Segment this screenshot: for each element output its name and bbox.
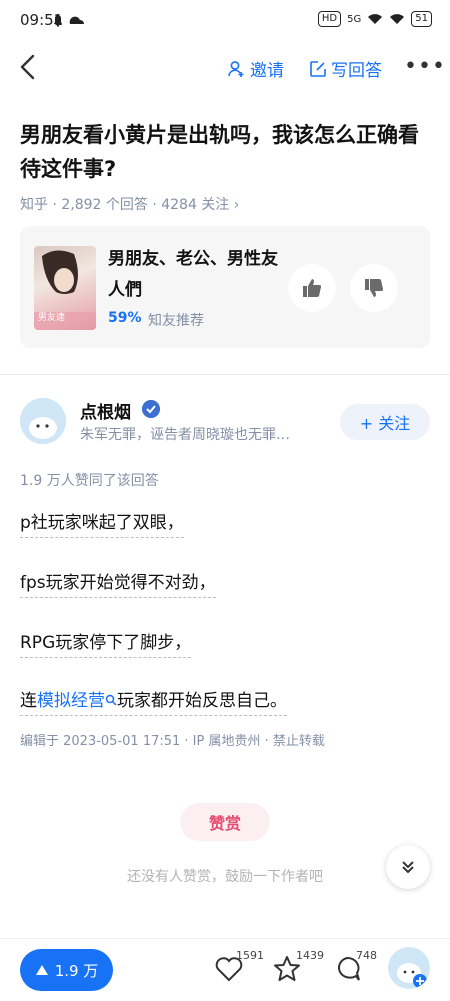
scroll-next-button[interactable] xyxy=(386,845,430,889)
avatar-image xyxy=(20,398,66,444)
comment-count: 748 xyxy=(356,949,377,962)
chevron-double-down-icon xyxy=(402,861,414,874)
recommend-card[interactable]: 男友達 男朋友、老公、男性友人們 59% 知友推荐 xyxy=(20,226,430,348)
thumb-down-icon xyxy=(365,279,383,297)
hd-indicator: HD xyxy=(317,11,342,27)
edit-icon xyxy=(310,60,326,77)
upvote-count: 1.9 万 xyxy=(54,961,99,980)
signal-indicator: 5G xyxy=(347,13,362,25)
triangle-up-icon xyxy=(35,965,48,975)
thumb-down-button[interactable] xyxy=(350,264,398,312)
answer-paragraph-2: fps玩家开始觉得不对劲， xyxy=(20,568,216,598)
section-divider xyxy=(0,374,450,375)
invite-label: 邀请 xyxy=(250,61,284,81)
status-right: HD 5G 51 xyxy=(317,11,432,27)
card-image-text: 男友達 xyxy=(38,313,66,323)
p4-prefix: 连 xyxy=(20,691,37,711)
thumb-up-icon xyxy=(303,279,321,297)
answer-paragraph-4: 连模拟经营 玩家都开始反思自己。 xyxy=(20,686,287,716)
wifi-icon-2 xyxy=(390,14,405,24)
edit-meta: 编辑于 2023-05-01 17:51 · IP 属地贵州 · 禁止转载 xyxy=(20,734,325,749)
add-user-icon xyxy=(228,60,244,77)
question-meta[interactable]: 知乎 · 2,892 个回答 · 4284 关注 › xyxy=(20,194,239,214)
favorite-count: 1439 xyxy=(296,949,324,962)
question-title[interactable]: 男朋友看小黄片是出轨吗，我该怎么正确看待这件事? xyxy=(20,118,432,186)
reward-hint: 还没有人赞赏，鼓励一下作者吧 xyxy=(127,869,323,885)
more-icon[interactable]: ••• xyxy=(404,54,446,79)
back-arrow-icon[interactable] xyxy=(14,52,44,82)
recommend-percent: 59% xyxy=(108,310,142,326)
battery-indicator: 51 xyxy=(411,11,432,27)
verified-badge-icon xyxy=(142,400,160,418)
write-answer-label: 写回答 xyxy=(331,61,382,81)
search-icon xyxy=(105,694,117,706)
write-answer-button[interactable]: 写回答 xyxy=(309,56,382,81)
search-link[interactable]: 模拟经营 xyxy=(37,691,105,711)
likes-note: 1.9 万人赞同了该回答 xyxy=(20,473,159,489)
card-cover-image: 男友達 xyxy=(34,246,96,330)
invite-button[interactable]: 邀请 xyxy=(228,56,284,81)
upvote-button[interactable]: 1.9 万 xyxy=(20,949,113,991)
reward-button[interactable]: 赞赏 xyxy=(180,803,270,841)
card-title: 男朋友、老公、男性友人們 xyxy=(108,249,278,300)
status-bar: 09:51 HD 5G 51 xyxy=(0,0,450,40)
my-avatar-image xyxy=(397,963,427,988)
answer-paragraph-1: p社玩家咪起了双眼， xyxy=(20,508,184,538)
author-name[interactable]: 点根烟 xyxy=(80,398,131,423)
like-count: 1591 xyxy=(236,949,264,962)
follow-button[interactable]: + 关注 xyxy=(340,404,430,440)
answer-paragraph-3: RPG玩家停下了脚步， xyxy=(20,628,192,658)
author-avatar[interactable] xyxy=(20,398,66,444)
my-avatar-button[interactable] xyxy=(388,947,430,989)
thumb-up-button[interactable] xyxy=(288,264,336,312)
notification-icons xyxy=(54,15,84,27)
p4-suffix: 玩家都开始反思自己。 xyxy=(117,691,287,711)
author-bio: 朱军无罪，诬告者周晓璇也无罪… xyxy=(80,427,290,443)
recommend-label: 知友推荐 xyxy=(148,313,204,329)
bottom-action-bar: 1.9 万 1591 1439 748 xyxy=(0,938,450,1001)
wifi-icon xyxy=(368,14,383,24)
